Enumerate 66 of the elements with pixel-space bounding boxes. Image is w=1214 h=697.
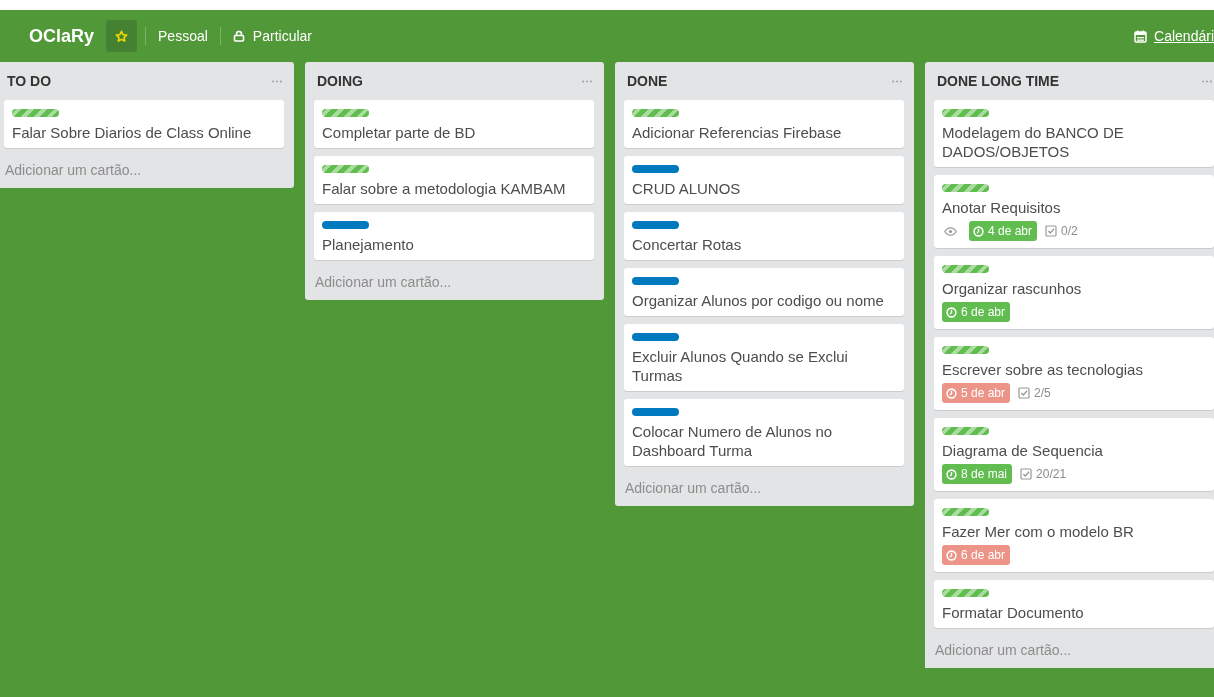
- calendar-link[interactable]: Calendári: [1154, 28, 1214, 44]
- card[interactable]: Organizar Alunos por codigo ou nome: [624, 268, 904, 316]
- card[interactable]: Falar sobre a metodologia KAMBAM: [314, 156, 594, 204]
- clock-icon: [973, 225, 984, 237]
- checklist-icon: [1018, 387, 1031, 399]
- card-title: Diagrama de Sequencia: [942, 441, 1104, 460]
- checklist-count: 20/21: [1036, 467, 1067, 481]
- due-date-text: 8 de mai: [961, 467, 1008, 481]
- due-date-text: 6 de abr: [961, 548, 1006, 562]
- more-icon[interactable]: [582, 79, 592, 83]
- team-button[interactable]: Pessoal: [154, 28, 212, 44]
- card-title: Escrever sobre as tecnologias: [942, 360, 1144, 379]
- card[interactable]: Falar Sobre Diarios de Class Online: [4, 100, 284, 148]
- card-title: Completar parte de BD: [322, 123, 477, 142]
- card[interactable]: Concertar Rotas: [624, 212, 904, 260]
- more-icon[interactable]: [272, 79, 282, 83]
- lock-icon: [232, 30, 245, 42]
- more-icon[interactable]: [1202, 79, 1212, 83]
- board-name[interactable]: OClaRy: [29, 25, 95, 47]
- card-title: Planejamento: [322, 235, 415, 254]
- card-title: Falar Sobre Diarios de Class Online: [12, 123, 253, 142]
- visibility-button[interactable]: Particular: [228, 28, 316, 44]
- card[interactable]: Colocar Numero de Alunos no Dashboard Turma: [624, 399, 904, 466]
- card[interactable]: Adicionar Referencias Firebase: [624, 100, 904, 148]
- card-title: Colocar Numero de Alunos no Dashboard Turma: [632, 422, 834, 460]
- card-title: Fazer Mer com o modelo BR: [942, 522, 1135, 541]
- card[interactable]: CRUD ALUNOS: [624, 156, 904, 204]
- card[interactable]: Anotar Requisitos 4 de abr 0/2: [934, 175, 1214, 248]
- star-button[interactable]: [106, 20, 138, 52]
- star-icon: [115, 29, 129, 43]
- card-title: Falar sobre a metodologia KAMBAM: [322, 179, 567, 198]
- card[interactable]: Completar parte de BD: [314, 100, 594, 148]
- more-icon[interactable]: [892, 79, 902, 83]
- list-title[interactable]: DONE: [627, 73, 668, 89]
- clock-icon: [946, 468, 957, 480]
- card-title: Excluir Alunos Quando se Exclui Turmas: [632, 347, 849, 385]
- clock-icon: [946, 387, 957, 399]
- calendar-icon: [1134, 29, 1148, 43]
- card[interactable]: Formatar Documento: [934, 580, 1214, 628]
- card-title: Concertar Rotas: [632, 235, 743, 254]
- due-date-text: 6 de abr: [961, 305, 1006, 319]
- card-title: Modelagem do BANCO DE DADOS/OBJETOS: [942, 123, 1125, 161]
- list-title[interactable]: TO DO: [7, 73, 52, 89]
- card-title: Formatar Documento: [942, 603, 1085, 622]
- card-title: Anotar Requisitos: [942, 198, 1062, 217]
- card[interactable]: Escrever sobre as tecnologias 5 de abr 2/5: [934, 337, 1214, 410]
- checklist-count: 2/5: [1034, 386, 1051, 400]
- checklist-count: 0/2: [1061, 224, 1078, 238]
- clock-icon: [946, 549, 957, 561]
- checklist-icon: [1045, 225, 1058, 237]
- card[interactable]: Organizar rascunhos 6 de abr: [934, 256, 1214, 329]
- card[interactable]: Diagrama de Sequencia 8 de mai 20/21: [934, 418, 1214, 491]
- list-title[interactable]: DOING: [317, 73, 363, 89]
- card-title: CRUD ALUNOS: [632, 179, 742, 198]
- card[interactable]: Excluir Alunos Quando se Exclui Turmas: [624, 324, 904, 391]
- due-date-text: 4 de abr: [988, 224, 1033, 238]
- clock-icon: [946, 306, 957, 318]
- card-title: Adicionar Referencias Firebase: [632, 123, 843, 142]
- card-title: Organizar rascunhos: [942, 279, 1083, 298]
- card-title: Organizar Alunos por codigo ou nome: [632, 291, 885, 310]
- list-title[interactable]: DONE LONG TIME: [937, 73, 1060, 89]
- card[interactable]: Modelagem do BANCO DE DADOS/OBJETOS: [934, 100, 1214, 167]
- card[interactable]: Fazer Mer com o modelo BR 6 de abr: [934, 499, 1214, 572]
- card[interactable]: Planejamento: [314, 212, 594, 260]
- due-date-text: 5 de abr: [961, 386, 1006, 400]
- checklist-icon: [1020, 468, 1033, 480]
